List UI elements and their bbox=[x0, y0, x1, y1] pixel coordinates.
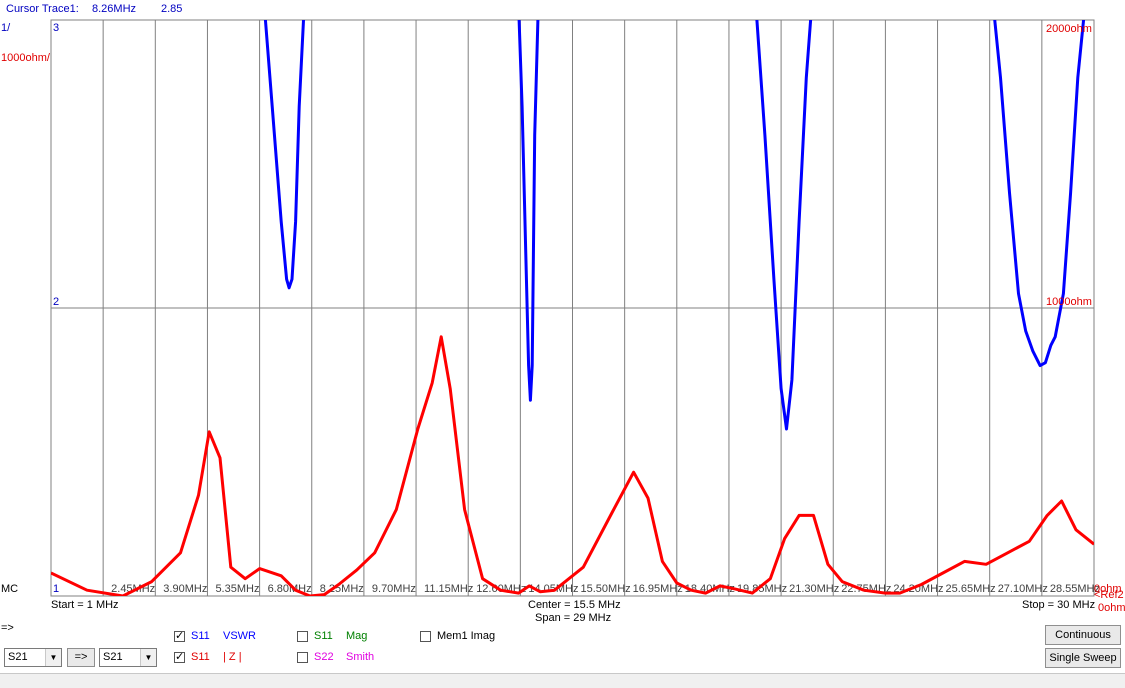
select-source-value: S21 bbox=[8, 651, 28, 663]
arrow-label: => bbox=[1, 622, 14, 634]
check-icon: ✓ bbox=[175, 651, 185, 663]
select-target-value: S21 bbox=[103, 651, 123, 663]
x-tick-label: 15.50MHz bbox=[581, 583, 631, 595]
x-tick-label: 9.70MHz bbox=[372, 583, 416, 595]
trace-name-smith: Smith bbox=[346, 651, 375, 663]
center-frequency: Center = 15.5 MHz bbox=[528, 599, 621, 611]
single-sweep-button[interactable]: Single Sweep bbox=[1045, 648, 1121, 668]
trace-param-s11-vswr: S11 bbox=[191, 630, 210, 642]
x-tick-label: 27.10MHz bbox=[998, 583, 1048, 595]
copy-arrow-button[interactable]: => bbox=[67, 648, 95, 667]
trace-param-s22-smith: S22 bbox=[314, 651, 334, 663]
left-unit-ohm: 1000ohm/ bbox=[1, 52, 50, 64]
span-frequency: Span = 29 MHz bbox=[535, 612, 612, 624]
cursor-trace-label: Cursor Trace1: bbox=[6, 3, 79, 15]
checkbox-s11-mag[interactable] bbox=[297, 631, 308, 642]
x-tick-label: 5.35MHz bbox=[215, 583, 259, 595]
start-frequency: Start = 1 MHz bbox=[51, 599, 119, 611]
chevron-down-icon: ▼ bbox=[140, 649, 156, 666]
trace-name-mag: Mag bbox=[346, 630, 368, 642]
left-unit-vswr: 1/ bbox=[1, 22, 11, 34]
checkbox-s11-z[interactable]: ✓ bbox=[174, 651, 185, 663]
chevron-down-icon: ▼ bbox=[45, 649, 61, 666]
left-scale-bottom: 1 bbox=[53, 583, 60, 595]
stop-frequency: Stop = 30 MHz bbox=[1022, 599, 1096, 611]
x-tick-label: 16.95MHz bbox=[633, 583, 683, 595]
trace-param-s11-z: S11 bbox=[191, 651, 210, 663]
ref-marker: <Ref2 bbox=[1094, 589, 1124, 601]
right-scale-mid: 1000ohm bbox=[1046, 296, 1092, 308]
x-tick-label: 28.55MHz bbox=[1050, 583, 1100, 595]
status-bar bbox=[0, 673, 1125, 688]
x-tick-label: 11.15MHz bbox=[424, 583, 473, 595]
x-tick-labels: 2.45MHz 3.90MHz 5.35MHz 6.80MHz 8.25MHz 9.70M… bbox=[111, 583, 1100, 595]
checkbox-s22-smith[interactable] bbox=[297, 652, 308, 663]
select-source[interactable]: S21 ▼ bbox=[4, 648, 62, 667]
x-tick-label: 25.65MHz bbox=[946, 583, 996, 595]
right-scale-top: 2000ohm bbox=[1046, 23, 1092, 35]
checkbox-mem1-imag[interactable] bbox=[420, 631, 431, 642]
right-scale-bottom-2: 0ohm bbox=[1098, 602, 1125, 614]
trace-name-vswr: VSWR bbox=[223, 630, 256, 642]
cursor-value: 2.85 bbox=[161, 3, 183, 15]
cursor-frequency: 8.26MHz bbox=[92, 3, 137, 15]
trace-name-z: | Z | bbox=[223, 651, 242, 663]
trace-plot: 2.45MHz 3.90MHz 5.35MHz 6.80MHz 8.25MHz 9.70M… bbox=[50, 19, 1100, 597]
x-tick-label: 3.90MHz bbox=[163, 583, 207, 595]
left-scale-mid: 2 bbox=[53, 296, 60, 308]
checkbox-s11-vswr[interactable]: ✓ bbox=[174, 630, 185, 642]
select-target[interactable]: S21 ▼ bbox=[99, 648, 157, 667]
mode-label: MC bbox=[1, 583, 19, 595]
mem1-imag-label: Mem1 Imag bbox=[437, 630, 496, 642]
trace-param-s11-mag: S11 bbox=[314, 630, 333, 642]
x-tick-label: 21.30MHz bbox=[789, 583, 839, 595]
check-icon: ✓ bbox=[175, 630, 185, 642]
continuous-button[interactable]: Continuous bbox=[1045, 625, 1121, 645]
left-scale-top: 3 bbox=[53, 22, 60, 34]
